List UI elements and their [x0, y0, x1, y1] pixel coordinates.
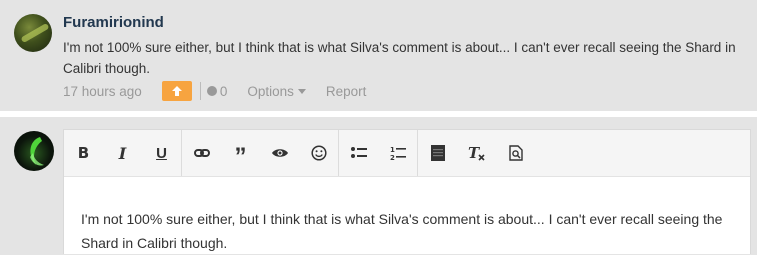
reply-dot-icon	[206, 86, 217, 96]
numbered-list-button[interactable]: 1 2	[378, 130, 417, 176]
options-label: Options	[247, 83, 294, 99]
avatar[interactable]	[14, 14, 52, 52]
bullet-list-button[interactable]	[339, 130, 378, 176]
smiley-icon	[310, 145, 327, 161]
options-menu[interactable]: Options	[247, 84, 306, 99]
editor-toolbar: B I U ” 1 2 T	[64, 130, 750, 177]
avatar[interactable]	[14, 131, 54, 171]
numbered-list-icon: 1 2	[390, 146, 406, 161]
bullet-list-icon	[350, 147, 367, 158]
underline-button[interactable]: U	[142, 130, 181, 176]
comment-editor[interactable]: B I U ” 1 2 T I'm not 100% sure either, …	[63, 129, 751, 254]
preview-button[interactable]	[260, 130, 299, 176]
upvote-button[interactable]	[161, 81, 192, 101]
comment-username[interactable]: Furamirionind	[63, 14, 164, 31]
find-button[interactable]	[496, 130, 535, 176]
find-icon	[508, 145, 523, 161]
link-icon	[193, 149, 210, 157]
editor-content[interactable]: I'm not 100% sure either, but I think th…	[81, 207, 741, 255]
svg-text:T: T	[468, 145, 481, 161]
spoiler-icon	[430, 145, 445, 161]
spoiler-button[interactable]	[418, 130, 457, 176]
comment: Furamirionind I'm not 100% sure either, …	[0, 0, 757, 111]
reply-count[interactable]: 0	[206, 83, 228, 99]
italic-button[interactable]: I	[103, 130, 142, 176]
meta-separator	[199, 82, 201, 100]
arrow-up-icon	[171, 86, 182, 96]
avatar-figure-icon	[30, 137, 44, 166]
clear-format-icon: T	[468, 145, 485, 161]
report-link[interactable]: Report	[326, 84, 367, 99]
bold-button[interactable]: B	[64, 130, 103, 176]
chevron-down-icon	[297, 88, 306, 94]
comment-meta: 17 hours ago 0 Options Report	[63, 80, 366, 102]
clear-format-button[interactable]: T	[457, 130, 496, 176]
comment-timestamp[interactable]: 17 hours ago	[63, 84, 142, 99]
quote-button[interactable]: ”	[221, 126, 260, 180]
eye-icon	[271, 149, 288, 157]
emoji-button[interactable]	[299, 130, 338, 176]
reply-count-value: 0	[219, 83, 228, 99]
svg-text:2: 2	[390, 154, 395, 161]
link-button[interactable]	[182, 130, 221, 176]
comment-body: I'm not 100% sure either, but I think th…	[63, 40, 736, 76]
svg-text:1: 1	[390, 146, 395, 154]
reply-section: B I U ” 1 2 T I'm not 100% sure either, …	[0, 117, 757, 254]
